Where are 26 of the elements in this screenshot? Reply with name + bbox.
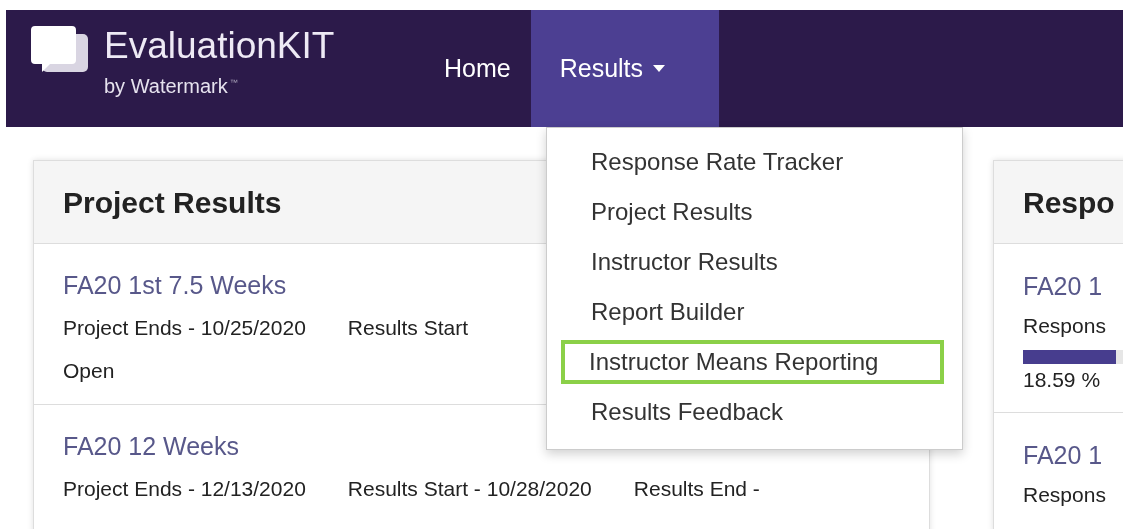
menu-item[interactable]: Project Results (547, 190, 962, 234)
project-detail: Project Ends - 10/25/2020 (63, 315, 306, 341)
menu-item[interactable]: Response Rate Tracker (547, 140, 962, 184)
response-label: Respons (1023, 313, 1107, 339)
project-link[interactable]: FA20 1 (1023, 435, 1103, 475)
project-link[interactable]: FA20 1 (1023, 266, 1103, 306)
panel-title: Project Results (63, 184, 282, 221)
project-detail: Project Ends - 12/13/2020 (63, 476, 306, 502)
nav-tab[interactable]: Home (424, 10, 531, 127)
menu-item[interactable]: Instructor Means Reporting (561, 340, 944, 384)
project-detail: Results End - (633, 476, 760, 502)
menu-item[interactable]: Instructor Results (547, 240, 962, 284)
panel-title: Respo (1023, 184, 1115, 221)
trademark-mark: ™ (229, 78, 238, 88)
brand-byline: by Watermark (104, 74, 228, 98)
brand-name: EvaluationKIT (104, 24, 335, 68)
project-detail: Results Start (347, 315, 469, 341)
response-label: Respons (1023, 482, 1107, 508)
project-link[interactable]: FA20 1st 7.5 Weeks (63, 264, 287, 306)
response-rate: 18.59 % (1023, 367, 1102, 393)
project-detail: Results Start - 10/28/2020 (347, 476, 592, 502)
project-link[interactable]: FA20 12 Weeks (63, 425, 240, 467)
menu-item[interactable]: Report Builder (547, 290, 962, 334)
nav-tab[interactable]: Results (530, 10, 719, 127)
menu-item[interactable]: Results Feedback (547, 390, 962, 434)
project-status: Open (63, 358, 115, 384)
